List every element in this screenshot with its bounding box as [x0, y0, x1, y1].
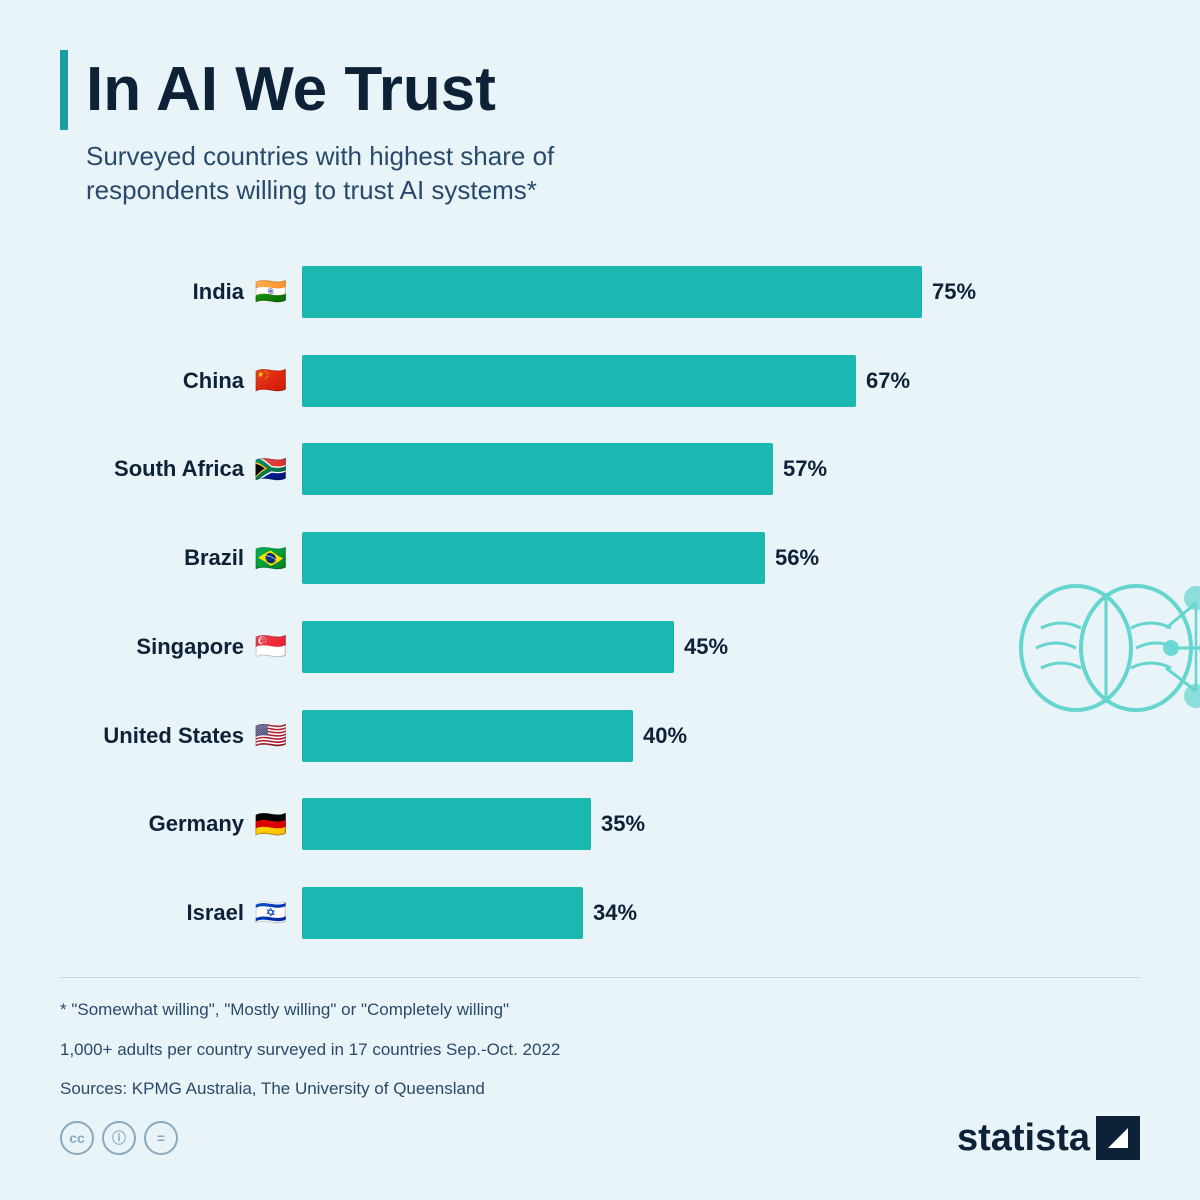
bar-row: Singapore 🇸🇬 45% — [60, 613, 976, 681]
country-label: China 🇨🇳 — [60, 362, 290, 400]
bar — [302, 532, 765, 584]
subtitle: Surveyed countries with highest share of… — [86, 140, 1140, 208]
country-flag: 🇸🇬 — [252, 628, 290, 666]
bar-value: 34% — [593, 900, 637, 926]
bar-container: 67% — [290, 355, 976, 407]
country-name: Brazil — [184, 545, 244, 571]
title-row: In AI We Trust — [60, 50, 1140, 130]
country-flag: 🇮🇱 — [252, 894, 290, 932]
footnote1: * "Somewhat willing", "Mostly willing" o… — [60, 996, 1140, 1023]
country-label: Brazil 🇧🇷 — [60, 539, 290, 577]
footnote3: Sources: KPMG Australia, The University … — [60, 1075, 1140, 1102]
country-name: China — [183, 368, 244, 394]
country-name: Germany — [149, 811, 244, 837]
country-flag: 🇩🇪 — [252, 805, 290, 843]
country-label: Singapore 🇸🇬 — [60, 628, 290, 666]
main-title: In AI We Trust — [86, 59, 496, 121]
equals-icon: = — [144, 1121, 178, 1155]
bar — [302, 443, 773, 495]
bar-value: 67% — [866, 368, 910, 394]
bar-value: 40% — [643, 723, 687, 749]
country-name: Singapore — [136, 634, 244, 660]
statista-arrow-box — [1096, 1116, 1140, 1160]
bar — [302, 355, 856, 407]
bar — [302, 621, 674, 673]
bar-container: 34% — [290, 887, 976, 939]
country-name: South Africa — [114, 456, 244, 482]
bar-row: Israel 🇮🇱 34% — [60, 879, 976, 947]
country-flag: 🇿🇦 — [252, 450, 290, 488]
bar — [302, 798, 591, 850]
bar-container: 75% — [290, 266, 976, 318]
brain-illustration — [996, 248, 1200, 958]
bar-container: 56% — [290, 532, 976, 584]
country-label: Israel 🇮🇱 — [60, 894, 290, 932]
country-flag: 🇺🇸 — [252, 717, 290, 755]
bar-value: 45% — [684, 634, 728, 660]
bar-container: 45% — [290, 621, 976, 673]
cc-icon: cc — [60, 1121, 94, 1155]
info-icon: ⓘ — [102, 1121, 136, 1155]
bar-container: 57% — [290, 443, 976, 495]
header: In AI We Trust Surveyed countries with h… — [60, 50, 1140, 238]
country-name: Israel — [187, 900, 245, 926]
bar-row: United States 🇺🇸 40% — [60, 702, 976, 770]
country-flag: 🇮🇳 — [252, 273, 290, 311]
bar-row: Brazil 🇧🇷 56% — [60, 524, 976, 592]
bar-container: 35% — [290, 798, 976, 850]
country-flag: 🇧🇷 — [252, 539, 290, 577]
footer-bottom: cc ⓘ = statista — [60, 1116, 1140, 1160]
bar — [302, 887, 583, 939]
bar-value: 35% — [601, 811, 645, 837]
bar — [302, 710, 633, 762]
footnote2: 1,000+ adults per country surveyed in 17… — [60, 1036, 1140, 1063]
bar-value: 75% — [932, 279, 976, 305]
bar-row: China 🇨🇳 67% — [60, 347, 976, 415]
chart-area: India 🇮🇳 75% China 🇨🇳 67% South Africa 🇿… — [60, 248, 1140, 958]
country-label: United States 🇺🇸 — [60, 717, 290, 755]
bar — [302, 266, 922, 318]
bar-value: 57% — [783, 456, 827, 482]
statista-text: statista — [957, 1117, 1090, 1160]
license-icons: cc ⓘ = — [60, 1121, 178, 1155]
bars-section: India 🇮🇳 75% China 🇨🇳 67% South Africa 🇿… — [60, 248, 996, 958]
country-label: South Africa 🇿🇦 — [60, 450, 290, 488]
footer: * "Somewhat willing", "Mostly willing" o… — [60, 977, 1140, 1160]
bar-container: 40% — [290, 710, 976, 762]
statista-logo: statista — [957, 1116, 1140, 1160]
country-label: Germany 🇩🇪 — [60, 805, 290, 843]
bar-value: 56% — [775, 545, 819, 571]
title-accent-bar — [60, 50, 68, 130]
country-name: India — [193, 279, 244, 305]
bar-row: Germany 🇩🇪 35% — [60, 790, 976, 858]
country-label: India 🇮🇳 — [60, 273, 290, 311]
country-flag: 🇨🇳 — [252, 362, 290, 400]
bar-row: South Africa 🇿🇦 57% — [60, 435, 976, 503]
main-container: In AI We Trust Surveyed countries with h… — [0, 0, 1200, 1200]
bar-row: India 🇮🇳 75% — [60, 258, 976, 326]
country-name: United States — [103, 723, 244, 749]
